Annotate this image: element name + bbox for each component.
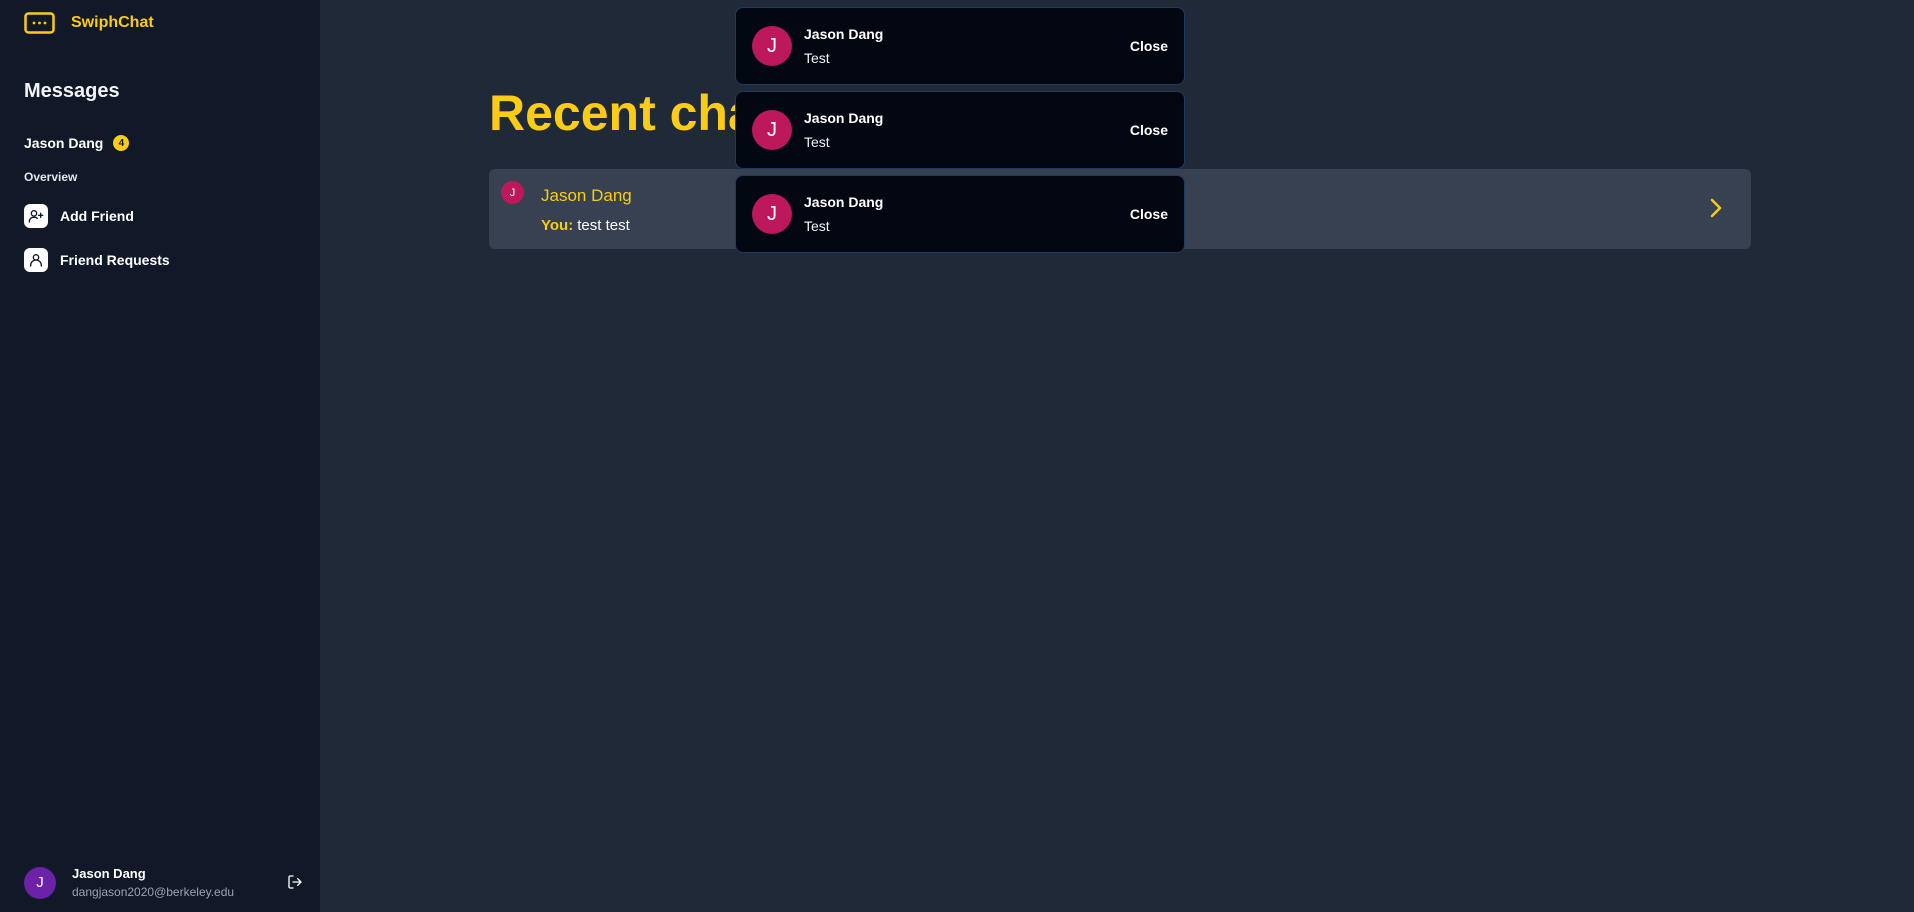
app-name: SwiphChat <box>71 14 154 31</box>
sidebar-item-add-friend[interactable]: Add Friend <box>24 204 134 228</box>
sidebar-item-label: Friend Requests <box>60 252 170 268</box>
sidebar: SwiphChat Messages Jason Dang 4 Overview… <box>0 0 320 912</box>
toast-notification: J Jason Dang Test Close <box>735 175 1185 253</box>
sign-out-icon[interactable] <box>287 874 303 890</box>
toast-message: Test <box>804 218 830 234</box>
sidebar-item-friend-requests[interactable]: Friend Requests <box>24 248 170 272</box>
toast-sender: Jason Dang <box>804 110 884 126</box>
toast-notification: J Jason Dang Test Close <box>735 7 1185 85</box>
unread-badge: 4 <box>113 135 130 151</box>
toast-notification: J Jason Dang Test Close <box>735 91 1185 169</box>
avatar: J <box>501 181 524 204</box>
user-profile: J Jason Dang dangjason2020@berkeley.edu <box>24 866 234 899</box>
user-plus-icon <box>24 204 48 228</box>
toast-message: Test <box>804 134 830 150</box>
message-dots-icon <box>24 12 55 34</box>
avatar: J <box>752 26 792 66</box>
sidebar-chat-jason-dang[interactable]: Jason Dang 4 <box>24 135 130 151</box>
sender-label: You: <box>541 217 574 234</box>
sidebar-chat-name: Jason Dang <box>24 135 104 151</box>
preview-text: test test <box>577 217 630 234</box>
close-button[interactable]: Close <box>1130 206 1168 222</box>
close-button[interactable]: Close <box>1130 38 1168 54</box>
avatar: J <box>752 194 792 234</box>
user-icon <box>24 248 48 272</box>
chat-name: Jason Dang <box>541 186 632 205</box>
profile-name: Jason Dang <box>72 866 146 881</box>
avatar: J <box>24 866 56 899</box>
messages-heading: Messages <box>24 80 120 102</box>
overview-label: Overview <box>24 170 78 184</box>
chat-preview: You: test test <box>541 217 630 234</box>
brand-link[interactable]: SwiphChat <box>24 12 154 34</box>
profile-email: dangjason2020@berkeley.edu <box>72 885 235 899</box>
toast-sender: Jason Dang <box>804 26 884 42</box>
toast-sender: Jason Dang <box>804 194 884 210</box>
sidebar-item-label: Add Friend <box>60 208 134 224</box>
toast-message: Test <box>804 50 830 66</box>
avatar: J <box>752 110 792 150</box>
chevron-right-icon <box>1710 198 1722 218</box>
close-button[interactable]: Close <box>1130 122 1168 138</box>
